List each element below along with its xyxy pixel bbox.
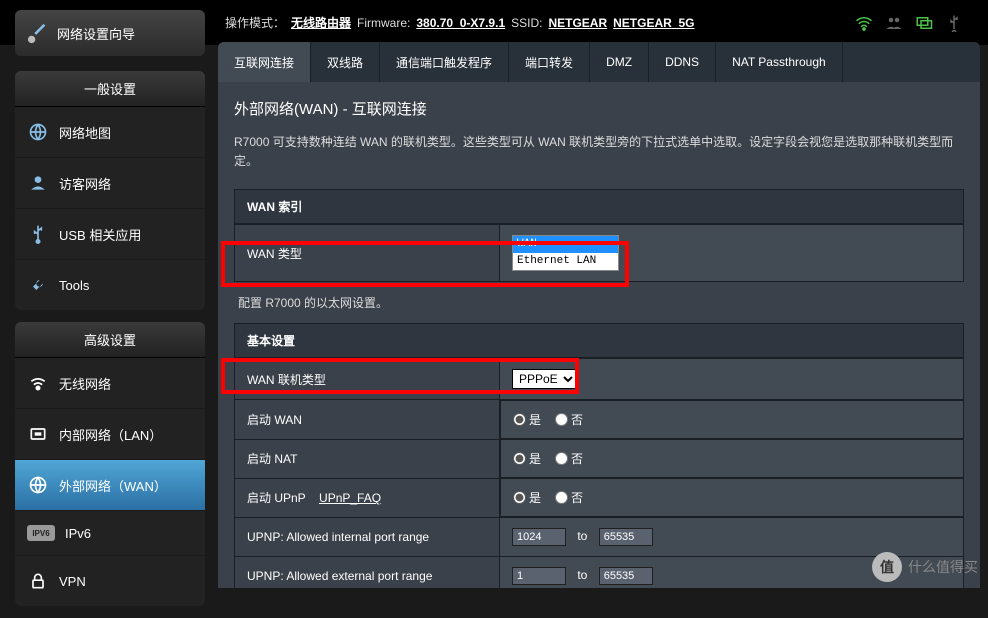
- enable-wan-label: 启动 WAN: [235, 400, 500, 440]
- upnp-external-to[interactable]: [599, 567, 653, 585]
- menu-label: 外部网络（WAN）: [59, 476, 167, 495]
- usb-icon: [945, 14, 963, 32]
- menu-wireless[interactable]: 无线网络: [15, 358, 205, 409]
- enable-wan-yes-radio[interactable]: [513, 413, 526, 426]
- enable-upnp-yes[interactable]: 是: [513, 489, 541, 506]
- tab-bar: 互联网连接 双线路 通信端口触发程序 端口转发 DMZ DDNS NAT Pas…: [218, 42, 980, 82]
- menu-tools[interactable]: Tools: [15, 260, 205, 310]
- usb-app-icon: [28, 224, 48, 244]
- menu-wan[interactable]: 外部网络（WAN）: [15, 460, 205, 511]
- enable-upnp-no-radio[interactable]: [555, 491, 568, 504]
- general-menu: 网络地图 访客网络 USB 相关应用 Tools: [15, 107, 205, 310]
- content-body: 外部网络(WAN) - 互联网连接 R7000 可支持数种连结 WAN 的联机类…: [218, 82, 980, 588]
- watermark-text: 什么值得买: [908, 557, 978, 577]
- ssid1-link[interactable]: NETGEAR: [548, 16, 607, 30]
- watermark: 值 什么值得买: [872, 552, 978, 582]
- ssid-label: SSID:: [511, 16, 542, 30]
- upnp-internal-to[interactable]: [599, 528, 653, 546]
- menu-label: VPN: [59, 574, 86, 589]
- menu-ipv6[interactable]: IPV6 IPv6: [15, 511, 205, 556]
- advanced-section-header: 高级设置: [15, 322, 205, 358]
- fw-label: Firmware:: [357, 16, 410, 30]
- mode-value-link[interactable]: 无线路由器: [291, 14, 351, 31]
- header-status-icons: [855, 14, 963, 32]
- tab-nat-passthrough[interactable]: NAT Passthrough: [716, 42, 843, 82]
- enable-nat-no-radio[interactable]: [555, 452, 568, 465]
- enable-nat-yes-radio[interactable]: [513, 452, 526, 465]
- lan-icon: [28, 424, 48, 444]
- main-content: 互联网连接 双线路 通信端口触发程序 端口转发 DMZ DDNS NAT Pas…: [218, 42, 980, 588]
- to-label: to: [569, 529, 595, 543]
- enable-nat-label: 启动 NAT: [235, 439, 500, 478]
- wan-type-option-wan[interactable]: WAN: [513, 236, 618, 253]
- network-wizard-button[interactable]: 网络设置向导: [15, 10, 205, 56]
- wan-type-label: WAN 类型: [235, 225, 500, 282]
- enable-nat-no[interactable]: 否: [555, 450, 583, 467]
- wan-type-select[interactable]: WAN Ethernet LAN: [512, 235, 619, 271]
- enable-wan-no-radio[interactable]: [555, 413, 568, 426]
- wifi-icon: [855, 14, 873, 32]
- mode-label: 操作模式：: [225, 14, 285, 31]
- page-desc: R7000 可支持数种连结 WAN 的联机类型。这些类型可从 WAN 联机类型旁…: [234, 133, 964, 171]
- enable-wan-yes[interactable]: 是: [513, 411, 541, 428]
- tools-icon: [28, 275, 48, 295]
- upnp-external-from[interactable]: [512, 567, 566, 585]
- menu-label: Tools: [59, 278, 89, 293]
- enable-nat-yes[interactable]: 是: [513, 450, 541, 467]
- upnp-internal-label: UPNP: Allowed internal port range: [235, 518, 500, 557]
- ssid2-link[interactable]: NETGEAR_5G: [613, 16, 694, 30]
- left-sidebar: 网络设置向导 一般设置 网络地图 访客网络 USB 相关应用 Tools 高级设…: [15, 10, 205, 618]
- menu-label: 访客网络: [59, 174, 111, 193]
- wan-index-header: WAN 索引: [234, 189, 964, 224]
- menu-guest-network[interactable]: 访客网络: [15, 158, 205, 209]
- tab-port-trigger[interactable]: 通信端口触发程序: [380, 42, 509, 82]
- menu-usb[interactable]: USB 相关应用: [15, 209, 205, 260]
- upnp-internal-from[interactable]: [512, 528, 566, 546]
- tab-port-forward[interactable]: 端口转发: [509, 42, 590, 82]
- wizard-label: 网络设置向导: [57, 24, 135, 43]
- advanced-menu: 无线网络 内部网络（LAN） 外部网络（WAN） IPV6 IPv6 VPN: [15, 358, 205, 606]
- tab-dmz[interactable]: DMZ: [590, 42, 649, 82]
- menu-label: 内部网络（LAN）: [59, 425, 162, 444]
- enable-wan-no[interactable]: 否: [555, 411, 583, 428]
- general-section-header: 一般设置: [15, 71, 205, 107]
- tab-internet[interactable]: 互联网连接: [218, 42, 311, 82]
- enable-upnp-yes-radio[interactable]: [513, 491, 526, 504]
- upnp-external-label: UPNP: Allowed external port range: [235, 557, 500, 588]
- enable-upnp-label: 启动 UPnP UPnP_FAQ: [235, 478, 500, 518]
- config-note: 配置 R7000 的以太网设置。: [234, 282, 964, 323]
- guest-icon: [28, 173, 48, 193]
- menu-vpn[interactable]: VPN: [15, 556, 205, 606]
- menu-lan[interactable]: 内部网络（LAN）: [15, 409, 205, 460]
- ipv6-icon: IPV6: [27, 525, 55, 541]
- wizard-icon: [27, 22, 49, 44]
- menu-network-map[interactable]: 网络地图: [15, 107, 205, 158]
- page-title: 外部网络(WAN) - 互联网连接: [234, 98, 964, 119]
- menu-label: IPv6: [65, 526, 91, 541]
- wireless-icon: [28, 373, 48, 393]
- to-label: to: [569, 568, 595, 582]
- enable-upnp-no[interactable]: 否: [555, 489, 583, 506]
- wan-type-option-lan[interactable]: Ethernet LAN: [513, 253, 618, 270]
- wan-index-table: WAN 类型 WAN Ethernet LAN: [234, 224, 964, 282]
- basic-header: 基本设置: [234, 323, 964, 358]
- menu-label: 无线网络: [59, 374, 111, 393]
- watermark-icon: 值: [872, 552, 902, 582]
- tab-dualwan[interactable]: 双线路: [311, 42, 380, 82]
- conn-type-label: WAN 联机类型: [235, 359, 500, 400]
- wan-icon: [28, 475, 48, 495]
- users-icon: [885, 14, 903, 32]
- basic-table: WAN 联机类型 PPPoE 启动 WAN 是 否 启动 NAT 是 否: [234, 358, 964, 588]
- fw-value-link[interactable]: 380.70_0-X7.9.1: [416, 16, 505, 30]
- menu-label: 网络地图: [59, 123, 111, 142]
- vpn-icon: [28, 571, 48, 591]
- globe-icon: [28, 122, 48, 142]
- conn-type-select[interactable]: PPPoE: [512, 369, 577, 389]
- tab-ddns[interactable]: DDNS: [649, 42, 716, 82]
- menu-label: USB 相关应用: [59, 225, 141, 244]
- monitor-icon: [915, 14, 933, 32]
- upnp-faq-link[interactable]: UPnP_FAQ: [319, 491, 381, 505]
